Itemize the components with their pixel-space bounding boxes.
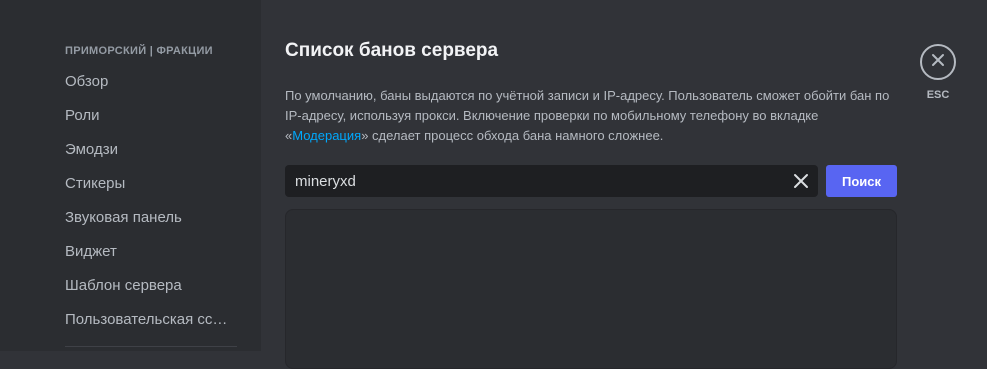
sidebar-item-vanity-url[interactable]: Пользовательская ссылка — [65, 311, 237, 328]
clear-search-icon[interactable] — [792, 172, 810, 190]
ban-list-description: По умолчанию, баны выдаются по учётной з… — [285, 86, 897, 146]
close-button[interactable] — [920, 44, 956, 80]
search-button[interactable]: Поиск — [826, 165, 897, 197]
moderation-link[interactable]: Модерация — [292, 128, 361, 143]
ban-search-box — [285, 165, 818, 197]
sidebar-item-widget[interactable]: Виджет — [65, 243, 237, 260]
close-icon — [930, 52, 946, 73]
sidebar-item-stickers[interactable]: Стикеры — [65, 175, 237, 192]
sidebar-server-header: ПРИМОРСКИЙ | ФРАКЦИИ — [65, 45, 213, 57]
sidebar-item-overview[interactable]: Обзор — [65, 73, 237, 90]
description-text-after: » сделает процесс обхода бана намного сл… — [361, 128, 664, 143]
sidebar-item-emoji[interactable]: Эмодзи — [65, 141, 237, 158]
settings-sidebar: ПРИМОРСКИЙ | ФРАКЦИИ Обзор Роли Эмодзи С… — [0, 0, 261, 351]
sidebar-item-server-template[interactable]: Шаблон сервера — [65, 277, 237, 294]
ban-search-input[interactable] — [285, 165, 780, 197]
sidebar-item-roles[interactable]: Роли — [65, 107, 237, 124]
esc-label: ESC — [926, 89, 950, 101]
close-settings: ESC — [920, 44, 958, 101]
main-content: Список банов сервера По умолчанию, баны … — [261, 0, 987, 369]
ban-results-panel — [285, 209, 897, 369]
page-title: Список банов сервера — [285, 40, 499, 61]
sidebar-item-soundboard[interactable]: Звуковая панель — [65, 209, 237, 226]
sidebar-divider — [65, 346, 237, 347]
